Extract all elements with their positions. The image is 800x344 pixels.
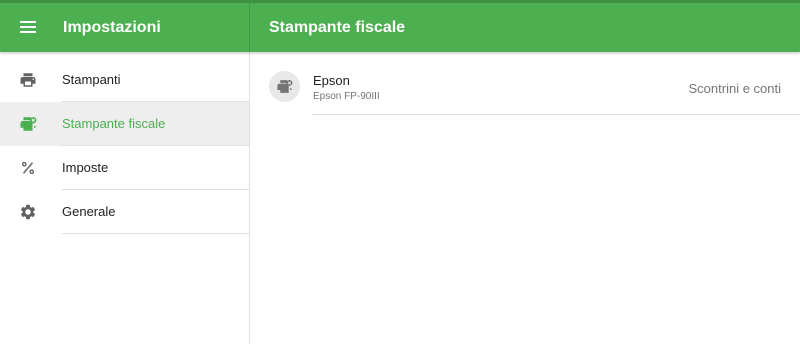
sidebar-item-imposte[interactable]: Imposte: [0, 146, 249, 190]
sidebar-item-generale[interactable]: Generale: [0, 190, 249, 234]
avatar: [269, 71, 300, 102]
app-title: Impostazioni: [63, 19, 161, 36]
app-bar-divider: [249, 3, 250, 52]
settings-sidebar: Stampanti Stampante fiscale Imposte Gene…: [0, 58, 249, 344]
sidebar-item-label: Stampanti: [62, 72, 121, 87]
fiscal-printer-list: Epson Epson FP-90III Scontrini e conti: [250, 52, 800, 344]
printer-usage: Scontrini e conti: [688, 81, 782, 96]
sidebar-item-label: Generale: [62, 204, 116, 219]
divider: [62, 233, 249, 234]
printer-name: Epson: [313, 73, 350, 88]
menu-button[interactable]: [12, 12, 44, 44]
percent-icon: [21, 161, 35, 175]
app-bar: Impostazioni Stampante fiscale: [0, 0, 800, 52]
fiscal-printer-icon: [20, 117, 37, 131]
page-title: Stampante fiscale: [269, 19, 406, 36]
sidebar-item-label: Stampante fiscale: [62, 116, 166, 131]
printer-model: Epson FP-90III: [313, 91, 380, 102]
sidebar-item-label: Imposte: [62, 160, 109, 175]
sidebar-item-stampante-fiscale[interactable]: Stampante fiscale: [0, 102, 249, 146]
gear-icon: [20, 204, 36, 220]
sidebar-item-stampanti[interactable]: Stampanti: [0, 58, 249, 102]
printer-icon: [20, 73, 36, 87]
fiscal-printer-icon: [277, 79, 293, 93]
menu-icon: [20, 21, 36, 33]
divider: [312, 114, 800, 115]
list-item[interactable]: Epson Epson FP-90III Scontrini e conti: [250, 52, 800, 115]
